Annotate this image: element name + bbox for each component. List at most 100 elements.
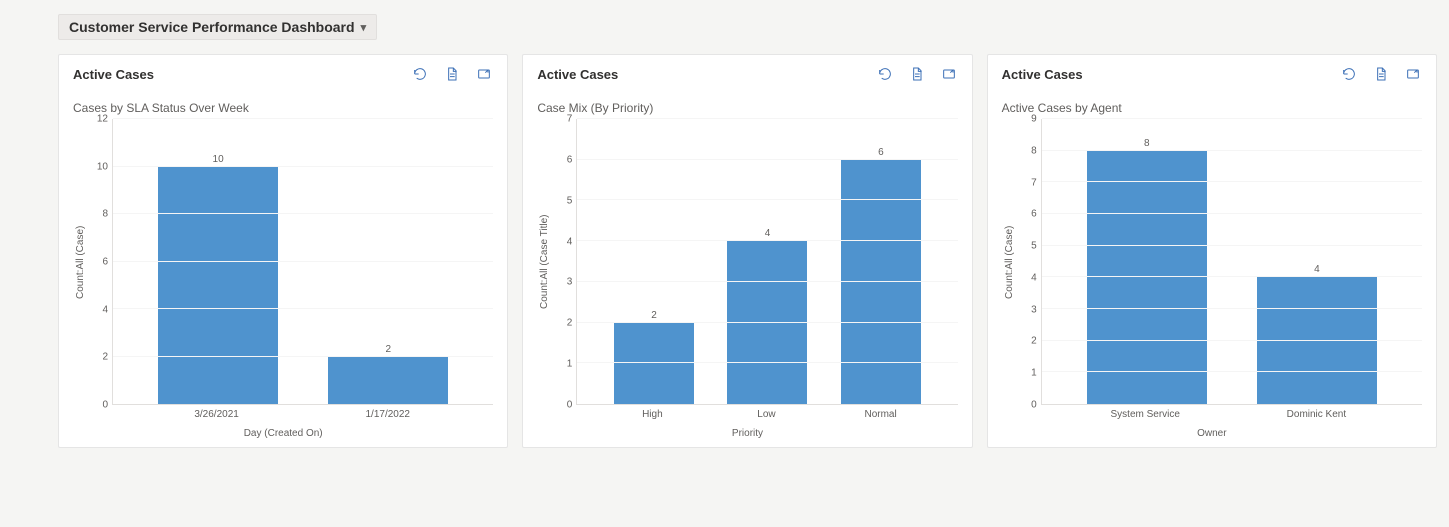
bar-value-label: 4 — [1314, 264, 1320, 275]
bar-value-label: 10 — [213, 154, 224, 165]
card-title: Active Cases — [73, 67, 411, 82]
card-title: Active Cases — [1002, 67, 1340, 82]
x-tick: Normal — [841, 405, 921, 420]
x-axis-label: Owner — [1002, 428, 1422, 439]
view-records-icon[interactable] — [443, 65, 461, 83]
dashboard-selector[interactable]: Customer Service Performance Dashboard ▾ — [58, 14, 377, 40]
y-tick: 6 — [1031, 209, 1037, 220]
chart-subtitle: Active Cases by Agent — [1002, 101, 1422, 115]
y-tick: 10 — [97, 161, 108, 172]
card-sla-status: Active Cases Cases by SLA Status Over We… — [58, 54, 508, 448]
card-actions — [876, 65, 958, 83]
chart-case-mix: Count:All (Case Title) 01234567 246 High… — [537, 119, 957, 439]
bar-value-label: 4 — [765, 228, 771, 239]
y-tick: 2 — [102, 352, 108, 363]
bars: 2 4 6 — [577, 119, 957, 404]
bar-value-label: 6 — [878, 147, 884, 158]
x-axis: System Service Dominic Kent — [1040, 405, 1422, 420]
expand-icon[interactable] — [475, 65, 493, 83]
x-axis: High Low Normal — [575, 405, 957, 420]
y-tick: 1 — [1031, 368, 1037, 379]
y-tick: 7 — [1031, 177, 1037, 188]
y-tick: 3 — [1031, 304, 1037, 315]
plot-area: 10 2 — [112, 119, 493, 405]
y-tick: 8 — [1031, 145, 1037, 156]
y-tick: 1 — [567, 359, 573, 370]
y-tick: 0 — [1031, 400, 1037, 411]
x-tick: System Service — [1085, 405, 1205, 420]
bar-rect[interactable] — [1257, 277, 1377, 404]
card-header: Active Cases — [537, 65, 957, 83]
x-tick: 1/17/2022 — [328, 405, 448, 420]
y-tick: 0 — [567, 400, 573, 411]
bars: 10 2 — [113, 119, 493, 404]
bar-value-label: 2 — [651, 310, 657, 321]
x-tick: High — [612, 405, 692, 420]
x-tick: Low — [726, 405, 806, 420]
y-axis-label: Count:All (Case Title) — [537, 119, 552, 405]
bar[interactable]: 4 — [1257, 119, 1377, 404]
y-axis: 0123456789 — [1017, 119, 1041, 405]
bar-rect[interactable] — [328, 357, 448, 405]
bar[interactable]: 4 — [727, 119, 807, 404]
view-records-icon[interactable] — [908, 65, 926, 83]
view-records-icon[interactable] — [1372, 65, 1390, 83]
y-tick: 3 — [567, 277, 573, 288]
y-tick: 0 — [102, 400, 108, 411]
bar-rect[interactable] — [727, 241, 807, 404]
y-tick: 5 — [567, 195, 573, 206]
y-axis-label: Count:All (Case) — [1002, 119, 1017, 405]
bar[interactable]: 6 — [841, 119, 921, 404]
y-axis-label: Count:All (Case) — [73, 119, 88, 405]
bar-rect[interactable] — [158, 167, 278, 405]
card-header: Active Cases — [1002, 65, 1422, 83]
card-actions — [1340, 65, 1422, 83]
dashboard-cards-row: Active Cases Cases by SLA Status Over We… — [58, 54, 1437, 448]
y-tick: 4 — [567, 236, 573, 247]
bar-value-label: 8 — [1144, 138, 1150, 149]
card-case-mix: Active Cases Case Mix (By Priority) Coun… — [522, 54, 972, 448]
refresh-icon[interactable] — [1340, 65, 1358, 83]
y-axis: 01234567 — [552, 119, 576, 405]
chevron-down-icon: ▾ — [361, 21, 367, 34]
chart-by-agent: Count:All (Case) 0123456789 84 System Se… — [1002, 119, 1422, 439]
y-axis: 024681012 — [88, 119, 112, 405]
refresh-icon[interactable] — [411, 65, 429, 83]
bar[interactable]: 2 — [328, 119, 448, 404]
card-header: Active Cases — [73, 65, 493, 83]
x-tick: Dominic Kent — [1256, 405, 1376, 420]
x-axis-label: Day (Created On) — [73, 428, 493, 439]
y-tick: 12 — [97, 114, 108, 125]
card-by-agent: Active Cases Active Cases by Agent Count… — [987, 54, 1437, 448]
y-tick: 6 — [567, 154, 573, 165]
x-axis-label: Priority — [537, 428, 957, 439]
y-tick: 2 — [1031, 336, 1037, 347]
refresh-icon[interactable] — [876, 65, 894, 83]
y-tick: 4 — [1031, 272, 1037, 283]
bars: 84 — [1042, 119, 1422, 404]
bar[interactable]: 2 — [614, 119, 694, 404]
y-tick: 6 — [102, 257, 108, 268]
bar-rect[interactable] — [841, 160, 921, 404]
y-tick: 7 — [567, 114, 573, 125]
y-tick: 9 — [1031, 114, 1037, 125]
dashboard-title: Customer Service Performance Dashboard — [69, 19, 355, 35]
x-axis: 3/26/2021 1/17/2022 — [111, 405, 493, 420]
bar[interactable]: 8 — [1087, 119, 1207, 404]
plot-area: 2 4 6 — [576, 119, 957, 405]
chart-sla-status: Count:All (Case) 024681012 102 3/26/2021… — [73, 119, 493, 439]
y-tick: 2 — [567, 318, 573, 329]
card-title: Active Cases — [537, 67, 875, 82]
expand-icon[interactable] — [1404, 65, 1422, 83]
chart-subtitle: Case Mix (By Priority) — [537, 101, 957, 115]
bar-value-label: 2 — [385, 344, 391, 355]
plot-area: 84 — [1041, 119, 1422, 405]
expand-icon[interactable] — [940, 65, 958, 83]
chart-subtitle: Cases by SLA Status Over Week — [73, 101, 493, 115]
x-tick: 3/26/2021 — [157, 405, 277, 420]
y-tick: 4 — [102, 304, 108, 315]
card-actions — [411, 65, 493, 83]
bar[interactable]: 10 — [158, 119, 278, 404]
y-tick: 5 — [1031, 241, 1037, 252]
y-tick: 8 — [102, 209, 108, 220]
